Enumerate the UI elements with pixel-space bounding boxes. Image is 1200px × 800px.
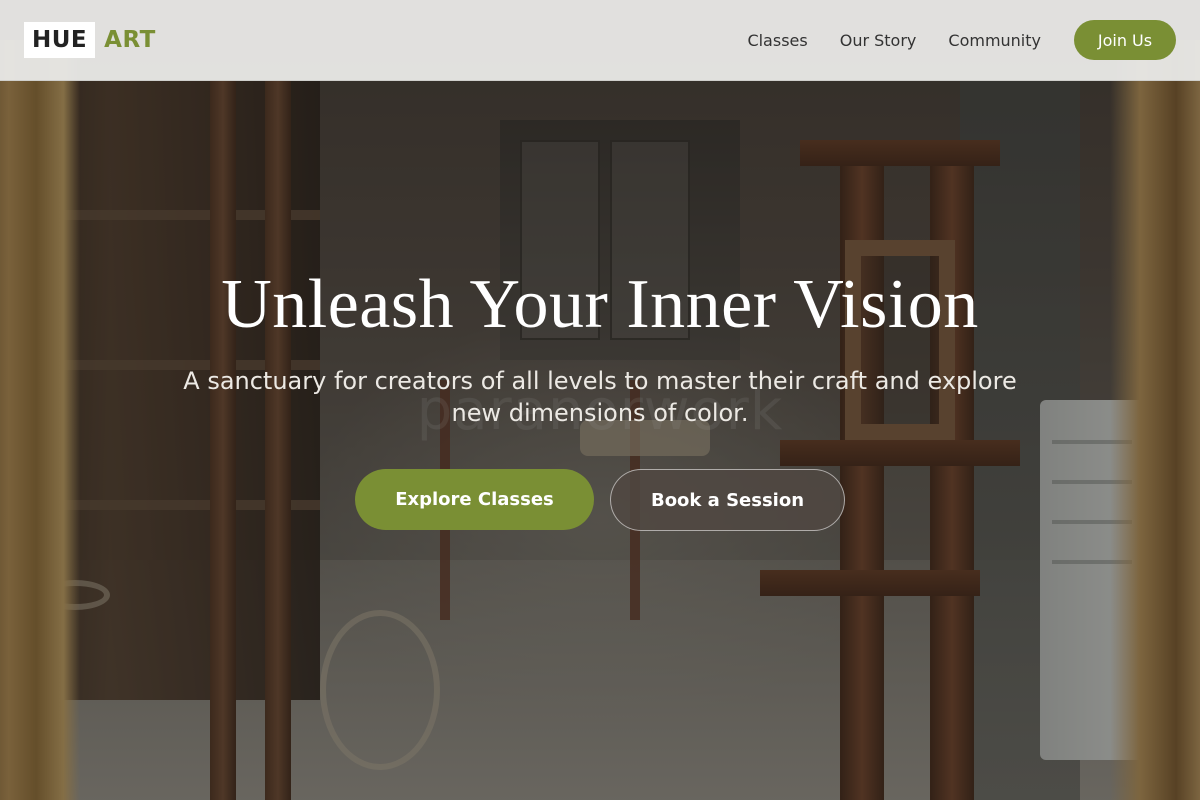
join-us-button[interactable]: Join Us: [1074, 20, 1176, 60]
logo-primary: HUE: [24, 22, 96, 58]
explore-classes-button[interactable]: Explore Classes: [355, 469, 594, 530]
logo-secondary: ART: [104, 27, 156, 53]
hero-subtitle: A sanctuary for creators of all levels t…: [183, 367, 1017, 427]
nav-link-classes[interactable]: Classes: [747, 31, 807, 50]
site-header: HUE ART Classes Our Story Community Join…: [0, 0, 1200, 81]
main-nav: Classes Our Story Community Join Us: [715, 20, 1176, 60]
hero-section: Unleash Your Inner Vision A sanctuary fo…: [0, 0, 1200, 800]
book-session-button[interactable]: Book a Session: [610, 469, 845, 531]
hero-title: Unleash Your Inner Vision: [221, 266, 979, 343]
nav-link-our-story[interactable]: Our Story: [840, 31, 917, 50]
site-logo[interactable]: HUE ART: [24, 22, 156, 58]
nav-link-community[interactable]: Community: [948, 31, 1041, 50]
